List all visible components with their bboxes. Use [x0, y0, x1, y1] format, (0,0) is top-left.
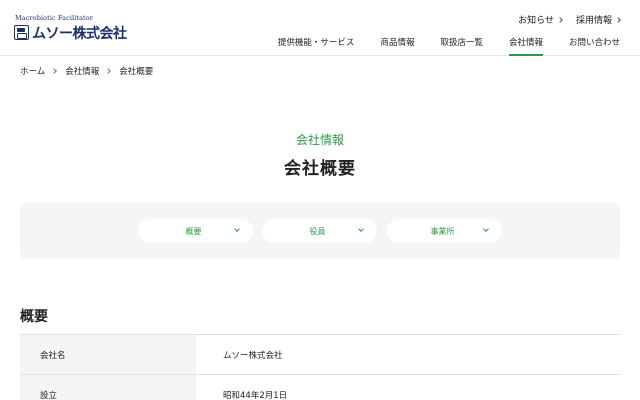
site-logo[interactable]: Macrobiotic Facilitator ムソー株式会社: [14, 14, 134, 44]
table-row-label: 設立: [20, 374, 196, 400]
anchor-button-label: 事業所: [430, 226, 455, 236]
breadcrumb-home[interactable]: ホーム: [20, 65, 45, 77]
logo-mark-icon: [14, 25, 29, 40]
table-row-value: 昭和44年2月1日: [196, 374, 620, 400]
util-link-recruit[interactable]: 採用情報: [575, 13, 621, 26]
chevron-down-icon: [234, 226, 240, 232]
breadcrumb-current: 会社概要: [119, 67, 154, 77]
nav-item-services[interactable]: 提供機能・サービス: [278, 36, 355, 56]
chevron-right-icon: [105, 68, 112, 74]
logo-name: ムソー株式会社: [32, 26, 127, 42]
chevron-down-icon: [358, 226, 364, 232]
anchor-links-panel: 概要 役員 事業所: [20, 203, 620, 259]
anchor-button-officers[interactable]: 役員: [262, 219, 377, 243]
section-title-overview: 概要: [20, 309, 48, 325]
util-link-label: 採用情報: [575, 16, 612, 26]
table-row: 設立 昭和44年2月1日: [20, 374, 620, 400]
breadcrumb-company[interactable]: 会社情報: [65, 65, 99, 77]
page-title: 会社概要: [284, 159, 356, 179]
chevron-right-icon: [51, 68, 58, 74]
table-row: 会社名 ムソー株式会社: [20, 334, 620, 375]
page-category: 会社情報: [295, 133, 344, 147]
logo-tagline: Macrobiotic Facilitator: [15, 14, 93, 22]
util-link-news[interactable]: お知らせ: [518, 13, 563, 26]
anchor-button-label: 概要: [185, 226, 202, 236]
chevron-right-icon: [557, 16, 563, 23]
chevron-down-icon: [483, 226, 489, 232]
anchor-button-offices[interactable]: 事業所: [387, 219, 502, 243]
breadcrumb: ホーム 会社情報 会社概要: [20, 65, 153, 77]
site-header: Macrobiotic Facilitator ムソー株式会社 お知らせ 採用情…: [0, 0, 640, 56]
nav-item-stores[interactable]: 取扱店一覧: [440, 36, 483, 56]
utility-nav: お知らせ 採用情報: [518, 13, 621, 26]
company-info-table: 会社名 ムソー株式会社 設立 昭和44年2月1日: [20, 334, 620, 400]
util-link-label: お知らせ: [518, 16, 554, 26]
page-title-block: 会社情報 会社概要: [0, 131, 640, 179]
nav-item-company[interactable]: 会社情報: [508, 36, 543, 56]
anchor-button-label: 役員: [309, 226, 326, 236]
anchor-button-overview[interactable]: 概要: [138, 219, 253, 243]
chevron-right-icon: [615, 16, 621, 23]
nav-item-contact[interactable]: お問い合わせ: [569, 36, 620, 56]
table-row-label: 会社名: [20, 334, 196, 375]
main-nav: 提供機能・サービス 商品情報 取扱店一覧 会社情報 お問い合わせ: [252, 36, 620, 56]
nav-item-products[interactable]: 商品情報: [380, 36, 414, 56]
table-row-value: ムソー株式会社: [196, 334, 620, 375]
